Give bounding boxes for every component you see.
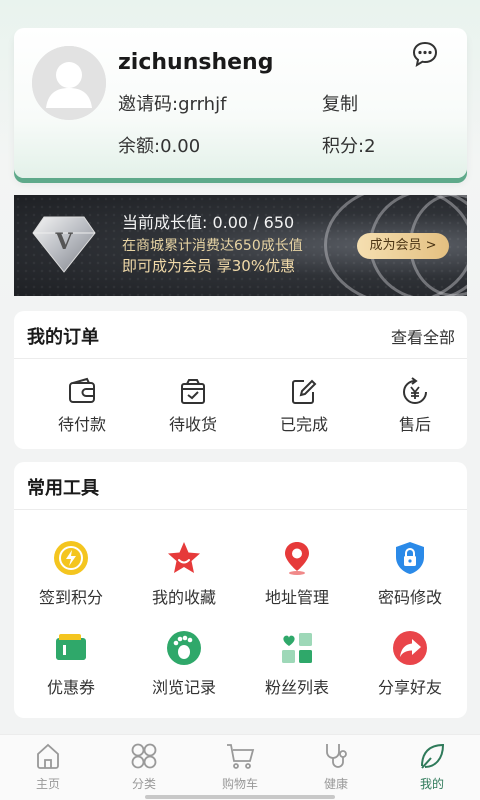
balance: 余额:0.00 [118,136,201,157]
tool-label: 浏览记录 [151,678,216,697]
order-pending-payment[interactable]: 待付款 [27,377,137,435]
coupon-icon [56,634,86,660]
tab-label: 健康 [323,777,348,791]
orders-title: 我的订单 [27,327,99,348]
package-icon [181,379,205,404]
tool-browsing-history[interactable]: 浏览记录 [129,630,239,698]
order-completed[interactable]: 已完成 [249,377,359,435]
footprint-icon [167,631,201,665]
tool-label: 地址管理 [264,588,329,607]
tab-category[interactable]: 分类 [96,741,192,792]
tool-label: 优惠券 [46,678,95,697]
home-indicator [145,795,335,799]
message-icon[interactable] [411,40,439,68]
wallet-icon [69,377,95,403]
home-icon [37,743,59,769]
location-icon [285,542,309,575]
tool-my-favorites[interactable]: 我的收藏 [129,540,239,608]
tool-label: 签到积分 [38,588,103,607]
tool-fans-list[interactable]: 粉丝列表 [242,630,352,698]
tab-home[interactable]: 主页 [0,741,96,792]
copy-button[interactable]: 复制 [322,90,358,116]
tab-label: 分类 [131,777,156,791]
tab-health[interactable]: 健康 [288,741,384,792]
orders-header: 我的订单 查看全部 [14,311,467,359]
vip-benefit: 即可成为会员 享30%优惠 [122,257,296,275]
lock-icon [396,542,424,574]
tool-checkin-points[interactable]: 签到积分 [16,540,126,608]
edit-icon [292,379,317,404]
tools-header: 常用工具 [14,462,467,510]
view-all-orders-link[interactable]: 查看全部 [391,324,455,348]
tab-mine[interactable]: 我的 [384,741,480,792]
order-pending-receipt[interactable]: 待收货 [138,377,248,435]
points: 积分:2 [322,136,376,157]
bottom-tab-bar: 主页 分类 购物车 健康 我的 [0,734,480,800]
yen-refund-icon [403,377,427,404]
category-icon [131,743,157,769]
tool-change-password[interactable]: 密码修改 [355,540,465,608]
order-item-label: 已完成 [279,415,328,434]
leaf-icon [421,743,445,769]
tool-label: 密码修改 [377,588,442,607]
become-member-button[interactable]: 成为会员 > [357,233,449,259]
diamond-icon: V [32,216,96,273]
tab-cart[interactable]: 购物车 [192,741,288,792]
tab-label: 我的 [419,777,444,791]
order-item-label: 售后 [398,415,431,434]
growth-value: 当前成长值: 0.00 / 650 [122,213,295,232]
checkin-icon [54,541,88,575]
stethoscope-icon [326,744,347,768]
order-item-label: 待付款 [57,415,106,434]
cart-icon [227,744,255,769]
tab-label: 购物车 [221,777,258,791]
star-icon [168,542,200,573]
order-after-sales[interactable]: 售后 [360,377,470,435]
user-placeholder-icon [32,46,106,120]
username: zichunsheng [118,50,274,75]
tool-address-management[interactable]: 地址管理 [242,540,352,608]
share-icon [393,631,427,665]
avatar[interactable] [32,46,106,120]
invite-code: 邀请码:grrhjf [118,94,227,115]
tools-title: 常用工具 [27,478,99,499]
vip-badge-letter: V [54,229,73,255]
vip-banner[interactable]: V 当前成长值: 0.00 / 650 在商城累计消费达650成长值 即可成为会… [14,195,467,296]
orders-card: 我的订单 查看全部 待付款 待收货 已完成 售后 [14,311,467,449]
vip-requirement: 在商城累计消费达650成长值 [122,238,303,254]
tool-label: 分享好友 [377,678,442,697]
grid-heart-icon [282,633,312,663]
tool-label: 粉丝列表 [264,678,329,697]
order-item-label: 待收货 [168,415,217,434]
profile-card: zichunsheng 邀请码:grrhjf 复制 余额:0.00 积分:2 [14,28,467,178]
tool-coupons[interactable]: 优惠券 [16,630,126,698]
tool-share-friends[interactable]: 分享好友 [355,630,465,698]
tab-label: 主页 [35,777,60,791]
tools-card: 常用工具 签到积分 我的收藏 地址管理 密码修改 优惠券 浏览记录 粉丝列表 分… [14,462,467,718]
tool-label: 我的收藏 [151,588,216,607]
